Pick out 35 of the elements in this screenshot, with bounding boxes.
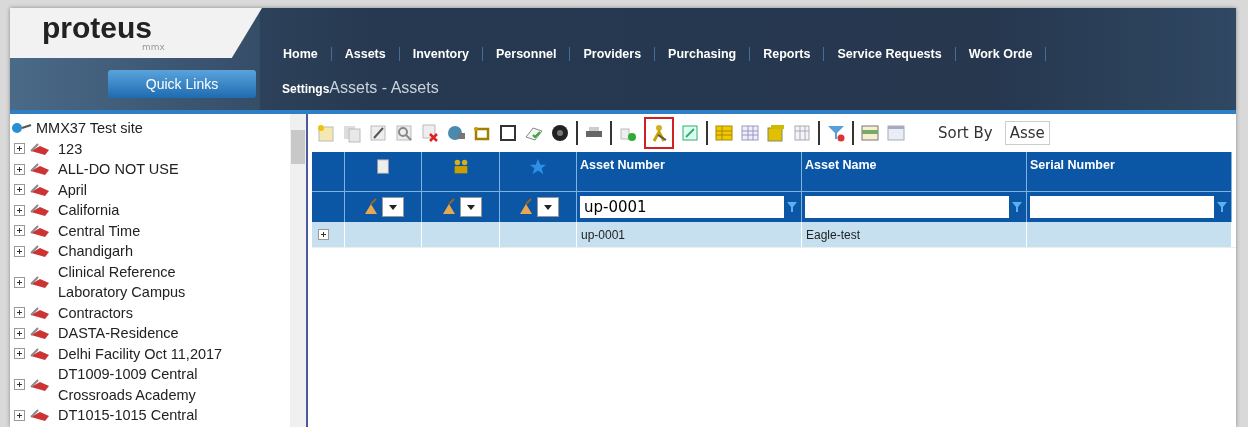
logo-subtitle: mmx (142, 42, 165, 52)
nav-link[interactable]: Assets (331, 47, 400, 61)
column-header[interactable]: Asset Name (802, 152, 1027, 192)
nav-link[interactable]: Providers (570, 47, 656, 61)
table-cell: up-0001 (577, 222, 802, 247)
tree-item[interactable]: Delhi Facility Oct 11,2017 (58, 343, 243, 364)
nav-link[interactable]: Purchasing (655, 47, 751, 61)
nav-link[interactable]: Reports (750, 47, 825, 61)
settings-link[interactable]: Settings (282, 82, 330, 96)
tree-item[interactable]: Clinical Reference Laboratory Campus (58, 261, 243, 303)
column-header[interactable]: Serial Number (1027, 152, 1232, 192)
nav-link[interactable]: Service Requests (824, 47, 956, 61)
filter-field[interactable]: up-0001 (580, 196, 784, 218)
nav-link[interactable]: Inventory (399, 47, 483, 61)
table-cell: Eagle-test (802, 222, 1027, 247)
sort-select[interactable]: Asse (1004, 121, 1050, 145)
tree-item[interactable]: ALL-DO NOT USE (58, 159, 243, 180)
tree-item[interactable]: DASTA-Residence (58, 323, 243, 344)
logo: proteus (42, 14, 152, 42)
tree-item[interactable]: Central Time (58, 220, 243, 241)
tree-item[interactable]: California (58, 200, 243, 221)
quick-links-button[interactable]: Quick Links (108, 70, 256, 98)
tree-item[interactable]: DT1009-1009 Central Crossroads Academy (58, 364, 243, 405)
nav-link[interactable]: Home (270, 47, 332, 61)
tree-item[interactable]: DT1015-1015 Central (58, 405, 243, 426)
tree-item[interactable]: Contractors (58, 302, 243, 323)
tree-root[interactable]: MMX37 Test site (36, 118, 221, 139)
tree-item[interactable]: 123 (58, 138, 243, 159)
tree-item[interactable]: April (58, 179, 243, 200)
tree-item[interactable]: Chandigarh (58, 241, 243, 262)
breadcrumb: Assets - Assets (329, 79, 439, 97)
column-header[interactable]: Asset Number (577, 152, 802, 192)
nav-link[interactable]: Personnel (483, 47, 571, 61)
nav-link[interactable]: Work Orde (955, 47, 1047, 61)
sort-label: Sort By (938, 124, 993, 142)
